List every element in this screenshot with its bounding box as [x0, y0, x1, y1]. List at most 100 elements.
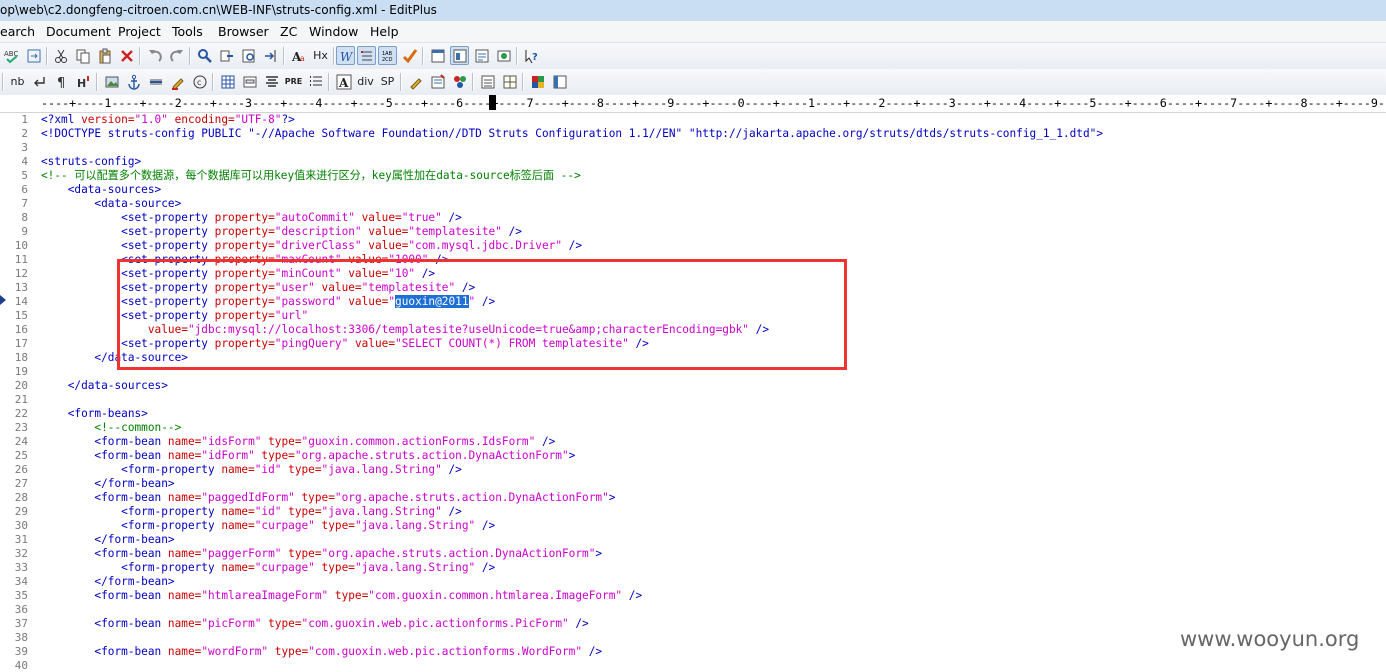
code-line[interactable]: <form-property name="curpage" type="java…: [41, 519, 495, 533]
code-token: <set-property: [41, 225, 215, 238]
align-center-icon[interactable]: [262, 72, 281, 91]
menu-tools[interactable]: Tools: [172, 24, 203, 39]
copyright-icon[interactable]: c: [190, 72, 209, 91]
line-number-icon[interactable]: [357, 46, 376, 65]
code-token: name=: [167, 491, 202, 504]
code-line[interactable]: <form-property name="id" type="java.lang…: [41, 505, 462, 519]
code-token: name=: [221, 519, 255, 532]
code-line[interactable]: <struts-config>: [41, 155, 141, 169]
line-number: 25: [14, 449, 28, 462]
menu-project[interactable]: Project: [118, 24, 161, 39]
code-line[interactable]: </form-bean>: [41, 533, 175, 547]
word-wrap-icon[interactable]: W: [336, 46, 355, 65]
html-grid-icon[interactable]: [500, 72, 519, 91]
code-token: <struts-config>: [41, 155, 142, 168]
code-line[interactable]: <form-property name="id" type="java.lang…: [41, 463, 462, 477]
code-line[interactable]: <set-property property="autoCommit" valu…: [41, 211, 462, 225]
code-line[interactable]: <!--common-->: [41, 421, 181, 435]
css-icon[interactable]: [428, 72, 447, 91]
line-number: 11: [14, 253, 28, 266]
code-line[interactable]: <form-bean name="idsForm" type="guoxin.c…: [41, 435, 555, 449]
code-line[interactable]: <data-sources>: [41, 183, 162, 197]
code-line[interactable]: <?xml version="1.0" encoding="UTF-8"?>: [41, 113, 295, 127]
watermark: www.wooyun.org: [1180, 627, 1360, 651]
paste-icon[interactable]: [95, 46, 114, 65]
code-line[interactable]: </form-bean>: [41, 477, 174, 491]
replace-icon[interactable]: [217, 46, 236, 65]
line-number: 30: [14, 519, 28, 532]
cut-icon[interactable]: [51, 46, 70, 65]
directory-window-icon[interactable]: [428, 46, 447, 65]
code-token: "com.guoxin.web.pic.actionforms.PicForm": [301, 617, 569, 630]
menu-window[interactable]: Window: [309, 24, 358, 39]
font-icon[interactable]: Aa: [289, 46, 308, 65]
spell-check-icon[interactable]: ABC: [2, 46, 21, 65]
paragraph-icon[interactable]: ¶: [52, 72, 71, 91]
image-icon[interactable]: [102, 72, 121, 91]
menu-document[interactable]: Document: [46, 24, 111, 39]
code-token: name=: [167, 589, 202, 602]
find-in-files-icon[interactable]: [239, 46, 258, 65]
sync-icon[interactable]: [24, 46, 43, 65]
browser-preview-icon[interactable]: [494, 46, 513, 65]
line-break-icon[interactable]: [30, 72, 49, 91]
table-icon[interactable]: [218, 72, 237, 91]
list-icon[interactable]: [306, 72, 325, 91]
code-line[interactable]: <set-property property="description" val…: [41, 225, 522, 239]
code-line[interactable]: <form-property name="curpage" type="java…: [41, 561, 495, 575]
code-token: <set-property: [41, 211, 215, 224]
nbsp-button[interactable]: nb: [8, 72, 27, 91]
html-toolbar-window-icon[interactable]: [478, 72, 497, 91]
menu-browser[interactable]: Browser: [218, 24, 269, 39]
panel-icon[interactable]: [550, 72, 569, 91]
code-line[interactable]: <form-bean name="paggerForm" type="org.a…: [41, 547, 602, 561]
font-tag-icon[interactable]: A: [334, 72, 353, 91]
code-line[interactable]: <form-bean name="htmlareaImageForm" type…: [41, 589, 642, 603]
code-line[interactable]: </form-bean>: [41, 575, 174, 589]
color-pencil-icon[interactable]: [168, 72, 187, 91]
code-line[interactable]: <form-bean name="idForm" type="org.apach…: [41, 449, 575, 463]
menu-search[interactable]: earch: [0, 24, 35, 39]
code-line[interactable]: <set-property property="driverClass" val…: [41, 239, 582, 253]
cliptext-icon[interactable]: [472, 46, 491, 65]
code-line[interactable]: <form-bean name="picForm" type="com.guox…: [41, 617, 588, 631]
horizontal-rule-icon[interactable]: [146, 72, 165, 91]
code-line[interactable]: </data-sources>: [41, 379, 168, 393]
ruler-icon[interactable]: 1AB 2CD: [378, 46, 397, 65]
find-icon[interactable]: [195, 46, 214, 65]
div-button[interactable]: div: [356, 72, 375, 91]
color-chart-icon[interactable]: [528, 72, 547, 91]
code-line[interactable]: <form-bean name="wordForm" type="com.guo…: [41, 645, 602, 659]
code-line[interactable]: <!DOCTYPE struts-config PUBLIC "-//Apach…: [41, 127, 1103, 141]
hex-viewer-icon[interactable]: Hx: [311, 46, 330, 65]
code-token: <form-bean: [41, 547, 168, 560]
code-token: </form-bean>: [41, 533, 175, 546]
svg-text:2CD: 2CD: [382, 57, 393, 63]
code-line[interactable]: <data-source>: [41, 197, 181, 211]
code-line[interactable]: <!-- 可以配置多个数据源，每个数据库可以用key值来进行区分，key属性加在…: [41, 169, 581, 183]
output-window-icon[interactable]: [450, 46, 469, 65]
copy-icon[interactable]: [73, 46, 92, 65]
goto-line-icon[interactable]: [261, 46, 280, 65]
code-token: <data-source>: [41, 197, 182, 210]
help-icon[interactable]: ?: [522, 46, 541, 65]
code-line[interactable]: <form-bean name="paggedIdForm" type="org…: [41, 491, 615, 505]
code-line[interactable]: <form-beans>: [41, 407, 148, 421]
menu-help[interactable]: Help: [370, 24, 399, 39]
color-picker-icon[interactable]: [450, 72, 469, 91]
heading-icon[interactable]: H: [74, 72, 93, 91]
check-mark-icon[interactable]: [400, 46, 419, 65]
anchor-icon[interactable]: [124, 72, 143, 91]
ruler-cursor-marker: [489, 95, 496, 110]
undo-icon[interactable]: [145, 46, 164, 65]
span-button[interactable]: SP: [378, 72, 397, 91]
pre-button[interactable]: PRE: [284, 72, 303, 91]
menu-zc[interactable]: ZC: [280, 24, 297, 39]
code-editor[interactable]: <?xml version="1.0" encoding="UTF-8"?> <!…: [41, 112, 1386, 669]
code-token: "curpage": [254, 561, 315, 574]
redo-icon[interactable]: [167, 46, 186, 65]
form-icon[interactable]: [240, 72, 259, 91]
line-number: 35: [14, 589, 28, 602]
edit-pencil-icon[interactable]: [406, 72, 425, 91]
delete-icon[interactable]: [117, 46, 136, 65]
